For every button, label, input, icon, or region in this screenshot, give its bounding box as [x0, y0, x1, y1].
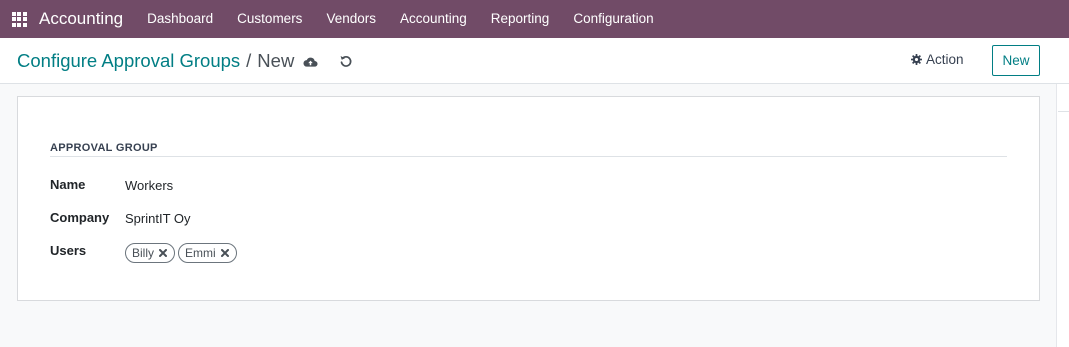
users-tags-field[interactable]: Billy Emmi — [125, 243, 237, 263]
undo-icon[interactable] — [337, 52, 355, 70]
users-label: Users — [50, 243, 87, 258]
menu-dashboard[interactable]: Dashboard — [135, 0, 225, 38]
menu-configuration[interactable]: Configuration — [561, 0, 665, 38]
menu-vendors[interactable]: Vendors — [314, 0, 388, 38]
chatter-panel — [1056, 84, 1069, 347]
app-brand[interactable]: Accounting — [39, 9, 123, 29]
group-title: APPROVAL GROUP — [50, 142, 158, 154]
close-icon[interactable] — [159, 249, 168, 257]
company-field[interactable]: SprintIT Oy — [125, 211, 191, 226]
name-label: Name — [50, 177, 86, 192]
top-navbar: Accounting Dashboard Customers Vendors A… — [0, 0, 1069, 38]
name-field[interactable]: Workers — [125, 178, 173, 193]
cloud-upload-icon[interactable] — [301, 52, 319, 70]
user-tag-label: Emmi — [185, 246, 216, 260]
breadcrumb: Configure Approval Groups / New — [17, 50, 294, 72]
action-label: Action — [926, 52, 964, 67]
control-panel: Configure Approval Groups / New Action N… — [0, 38, 1069, 84]
action-button[interactable]: Action — [911, 52, 964, 67]
breadcrumb-parent-link[interactable]: Configure Approval Groups — [17, 50, 240, 72]
divider — [50, 156, 1007, 157]
breadcrumb-current: New — [257, 50, 295, 71]
form-view: APPROVAL GROUP Name Workers Company Spri… — [0, 84, 1069, 347]
gear-icon — [911, 54, 922, 65]
menu-accounting[interactable]: Accounting — [388, 0, 479, 38]
company-label: Company — [50, 210, 110, 225]
breadcrumb-separator: / — [246, 50, 252, 71]
menu-customers[interactable]: Customers — [225, 0, 314, 38]
divider — [1058, 111, 1069, 112]
form-sheet: APPROVAL GROUP Name Workers Company Spri… — [17, 96, 1040, 301]
apps-grid-icon[interactable] — [0, 0, 38, 38]
user-tag: Billy — [125, 243, 176, 263]
new-button[interactable]: New — [992, 45, 1040, 76]
close-icon[interactable] — [220, 249, 229, 257]
user-tag: Emmi — [178, 243, 237, 263]
menu-reporting[interactable]: Reporting — [479, 0, 562, 38]
user-tag-label: Billy — [132, 246, 155, 260]
